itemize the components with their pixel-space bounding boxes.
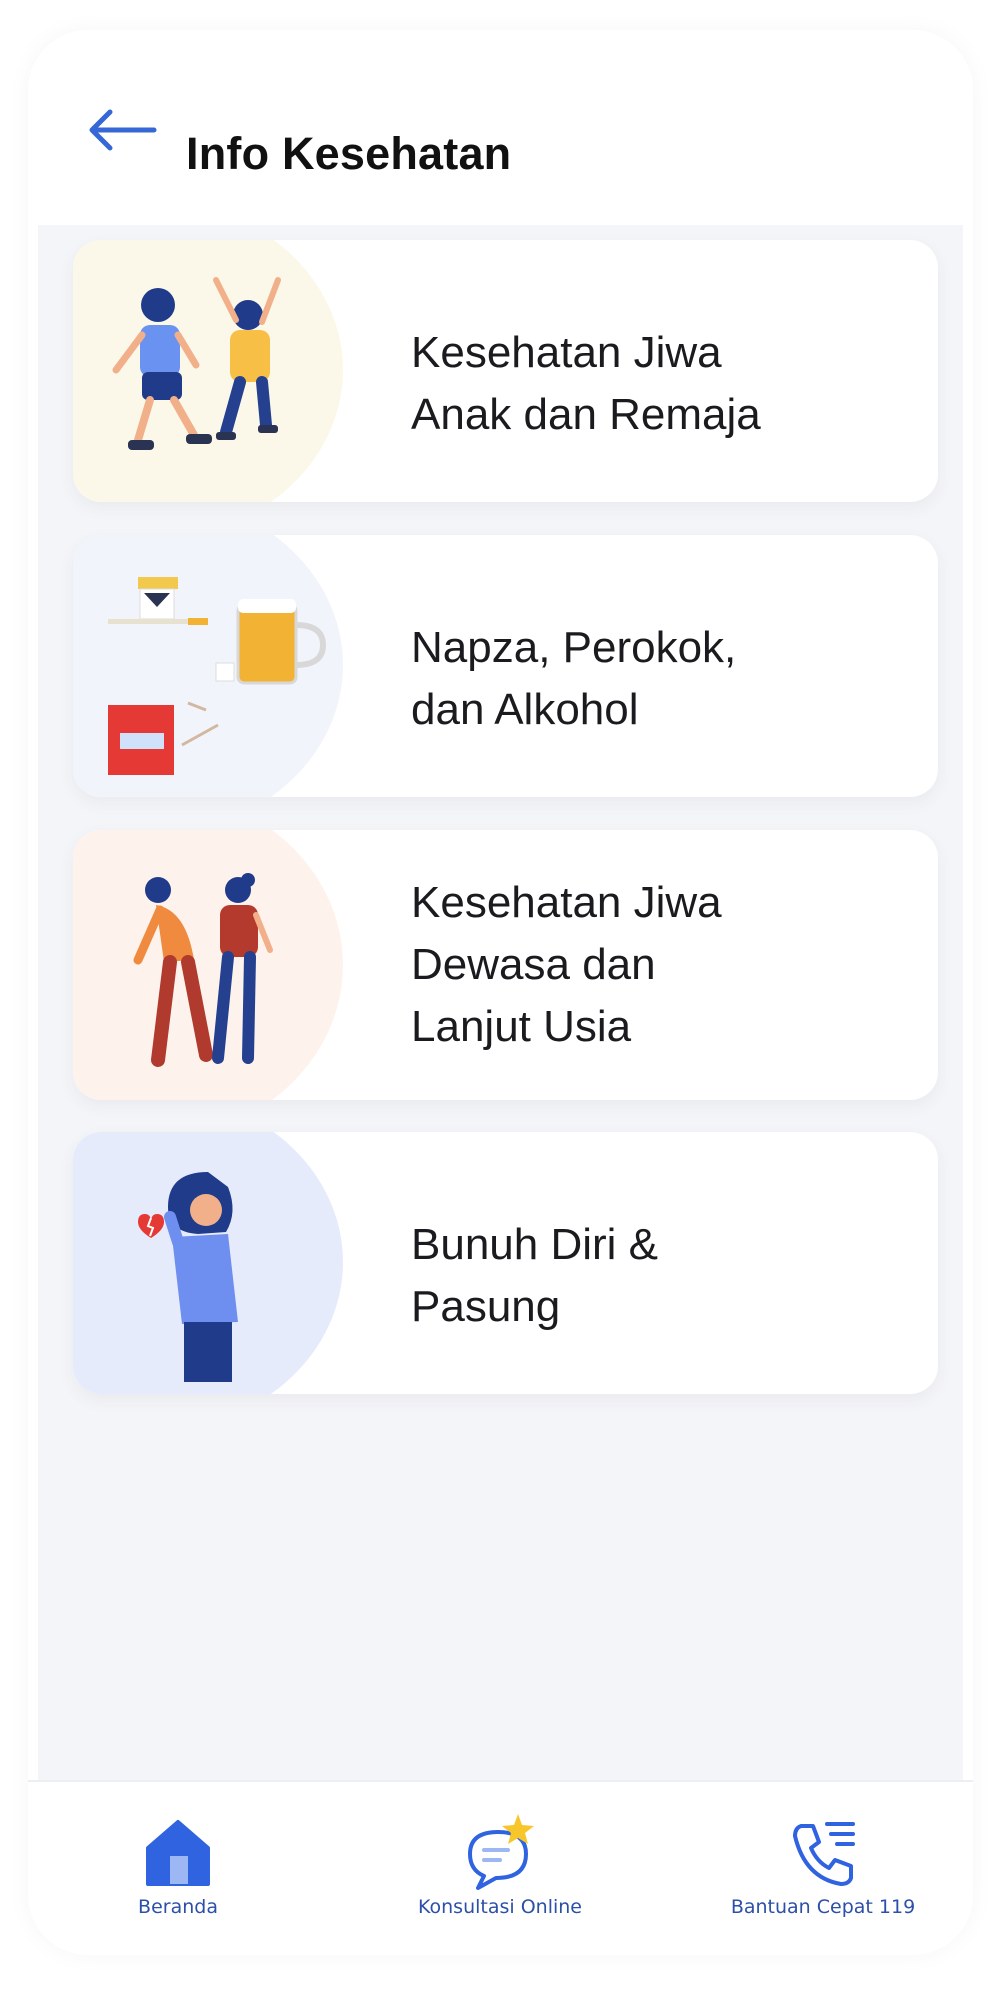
children-playing-illustration (112, 277, 281, 450)
elderly-couple-illustration (133, 873, 273, 1067)
cigarette-beer-pills-illustration (108, 577, 327, 775)
card-napza-perokok-alkohol[interactable]: Napza, Perokok, dan Alkohol (73, 535, 938, 797)
card-kesehatan-jiwa-anak-remaja[interactable]: Kesehatan Jiwa Anak dan Remaja (73, 240, 938, 502)
nav-item-bantuan-cepat[interactable]: Bantuan Cepat 119 (708, 1782, 938, 1955)
nav-label: Bantuan Cepat 119 (730, 1896, 916, 1918)
back-button[interactable] (82, 95, 164, 165)
card-title: Kesehatan Jiwa Anak dan Remaja (411, 328, 761, 439)
bottom-navigation: Beranda Konsultasi Online Bantuan Cepat … (28, 1780, 973, 1955)
sad-woman-illustration (138, 1172, 238, 1382)
card-title: Bunuh Diri & Pasung (411, 1220, 659, 1331)
card-title: Napza, Perokok, dan Alkohol (411, 623, 737, 734)
content-area: Kesehatan Jiwa Anak dan Remaja Napza, Pe… (38, 225, 963, 1780)
phone-call-icon (793, 1822, 855, 1886)
phone-screen: Info Kesehatan Kesehatan Jiwa Anak dan R… (28, 30, 973, 1955)
nav-label: Konsultasi Online (418, 1896, 582, 1918)
app-header: Info Kesehatan (28, 30, 973, 225)
page-title: Info Kesehatan (186, 128, 512, 179)
card-title: Kesehatan Jiwa Dewasa dan Lanjut Usia (411, 878, 722, 1051)
home-icon (146, 1820, 210, 1886)
nav-item-konsultasi-online[interactable]: Konsultasi Online (400, 1782, 600, 1955)
card-bunuh-diri-pasung[interactable]: Bunuh Diri & Pasung (73, 1132, 938, 1394)
nav-item-beranda[interactable]: Beranda (78, 1782, 278, 1955)
chat-star-icon (468, 1814, 534, 1890)
card-kesehatan-jiwa-dewasa-lansia[interactable]: Kesehatan Jiwa Dewasa dan Lanjut Usia (73, 830, 938, 1100)
arrow-left-icon (89, 109, 157, 151)
nav-label: Beranda (138, 1896, 218, 1918)
